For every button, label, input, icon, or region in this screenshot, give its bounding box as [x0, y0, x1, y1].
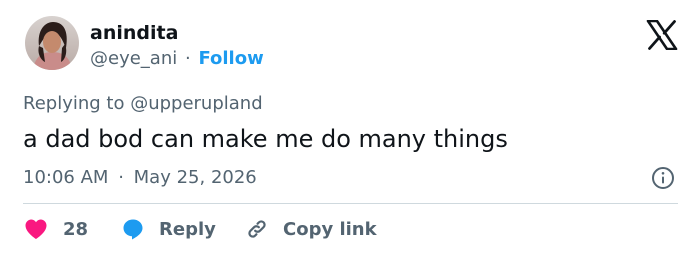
- like-count: 28: [63, 218, 89, 240]
- tweet-date: May 25, 2026: [133, 167, 257, 188]
- heart-icon: [25, 219, 47, 239]
- x-logo-icon[interactable]: [646, 19, 678, 51]
- author-handle[interactable]: @eye_ani: [90, 48, 177, 69]
- tweet-time: 10:06 AM: [23, 167, 109, 188]
- link-icon: [248, 220, 266, 238]
- tweet-timestamp[interactable]: 10:06 AM · May 25, 2026: [23, 166, 257, 190]
- copy-link-button[interactable]: Copy link: [244, 216, 377, 242]
- author-display-name[interactable]: anindita: [90, 21, 178, 45]
- follow-button[interactable]: Follow: [198, 48, 263, 69]
- tweet-card: anindita @eye_ani · Follow Replying to @…: [0, 0, 700, 256]
- speech-bubble-icon: [123, 219, 143, 240]
- divider: [23, 203, 678, 204]
- tweet-text: a dad bod can make me do many things: [23, 125, 508, 153]
- author-handle-row: @eye_ani · Follow: [90, 47, 264, 71]
- handle-separator: ·: [184, 48, 191, 69]
- like-button[interactable]: 28: [24, 216, 88, 242]
- replying-to-text[interactable]: Replying to @upperupland: [23, 92, 263, 116]
- reply-button[interactable]: Reply: [121, 216, 216, 242]
- reply-label: Reply: [159, 218, 216, 240]
- info-icon[interactable]: [651, 166, 675, 190]
- avatar[interactable]: [25, 16, 79, 70]
- copy-link-label: Copy link: [283, 218, 377, 240]
- profile-photo-icon: [25, 16, 79, 70]
- timestamp-separator: ·: [118, 167, 124, 188]
